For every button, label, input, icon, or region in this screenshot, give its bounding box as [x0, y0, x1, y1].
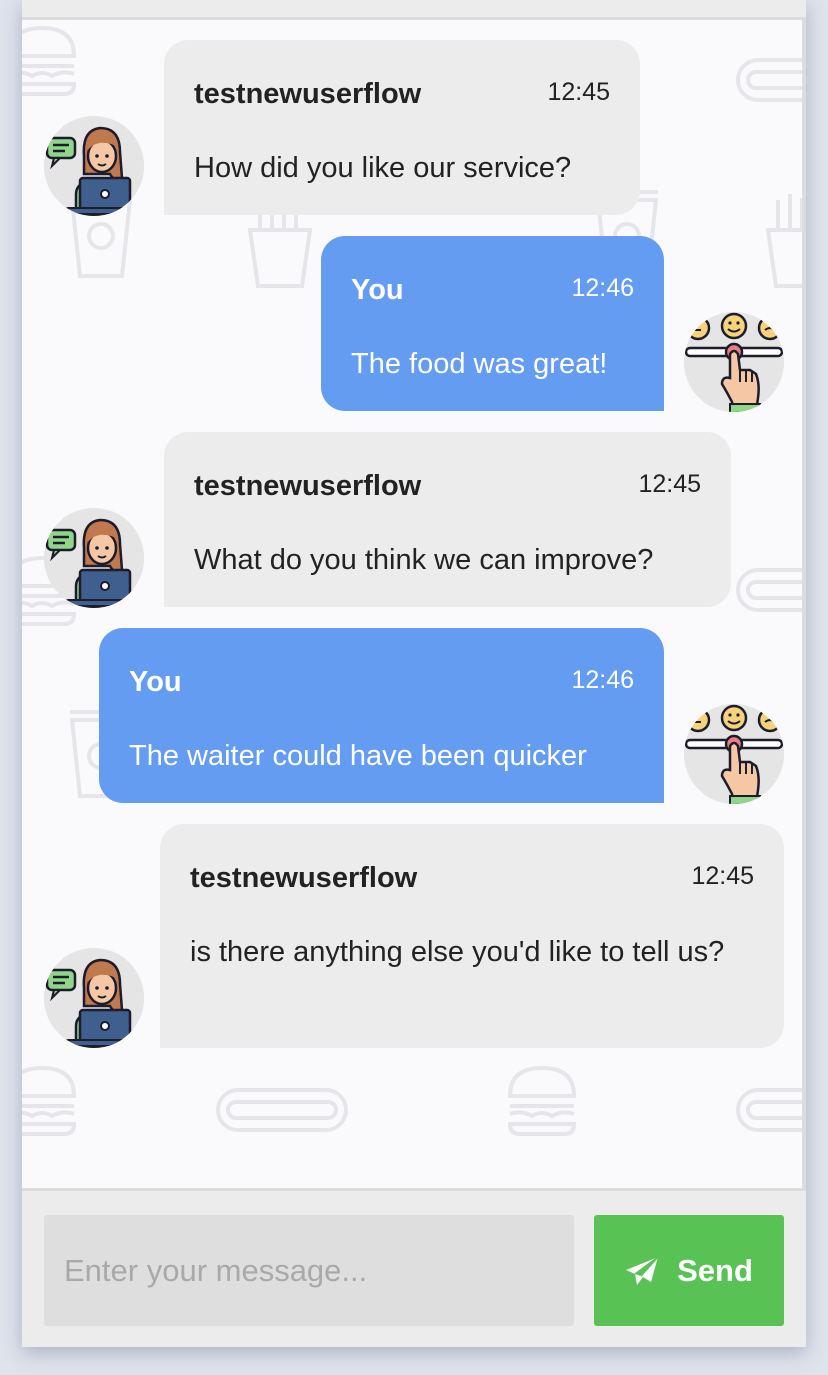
incoming-message-bubble: testnewuserflow 12:45 How did you like o…: [164, 40, 640, 215]
rating-feedback-icon: [684, 312, 784, 412]
message-text: is there anything else you'd like to tel…: [190, 936, 725, 968]
message-time: 12:46: [571, 274, 634, 302]
user-avatar: [684, 704, 784, 804]
message-text: How did you like our service?: [194, 152, 572, 184]
outgoing-message-bubble: You 12:46 The waiter could have been qui…: [99, 628, 664, 803]
message-text: What do you think we can improve?: [194, 544, 654, 576]
message-composer: Send: [22, 1188, 806, 1347]
support-agent-icon: [44, 116, 144, 216]
message-time: 12:46: [571, 666, 634, 694]
message-text: The food was great!: [351, 348, 608, 380]
message-time: 12:45: [691, 862, 754, 890]
message-sender: testnewuserflow: [194, 470, 422, 502]
support-agent-icon: [44, 948, 144, 1048]
chat-header-bar: [22, 0, 806, 20]
outgoing-message-bubble: You 12:46 The food was great!: [321, 236, 664, 411]
message-list[interactable]: testnewuserflow 12:45 How did you like o…: [22, 20, 806, 1188]
agent-avatar: [44, 948, 144, 1048]
message-input[interactable]: [44, 1215, 574, 1326]
rating-feedback-icon: [684, 704, 784, 804]
support-agent-icon: [44, 508, 144, 608]
agent-avatar: [44, 508, 144, 608]
message-text: The waiter could have been quicker: [129, 740, 587, 772]
message-time: 12:45: [547, 78, 610, 106]
message-sender: You: [351, 274, 404, 306]
agent-avatar: [44, 116, 144, 216]
user-avatar: [684, 312, 784, 412]
send-button-label: Send: [677, 1252, 753, 1288]
message-sender: You: [129, 666, 182, 698]
incoming-message-bubble: testnewuserflow 12:45 What do you think …: [164, 432, 731, 607]
message-sender: testnewuserflow: [194, 78, 422, 110]
chat-window: testnewuserflow 12:45 How did you like o…: [22, 0, 806, 1347]
paper-plane-icon: [626, 1255, 659, 1285]
incoming-message-bubble: testnewuserflow 12:45 is there anything …: [160, 824, 784, 1048]
message-sender: testnewuserflow: [190, 862, 418, 894]
send-button[interactable]: Send: [594, 1215, 784, 1326]
message-time: 12:45: [638, 470, 701, 498]
